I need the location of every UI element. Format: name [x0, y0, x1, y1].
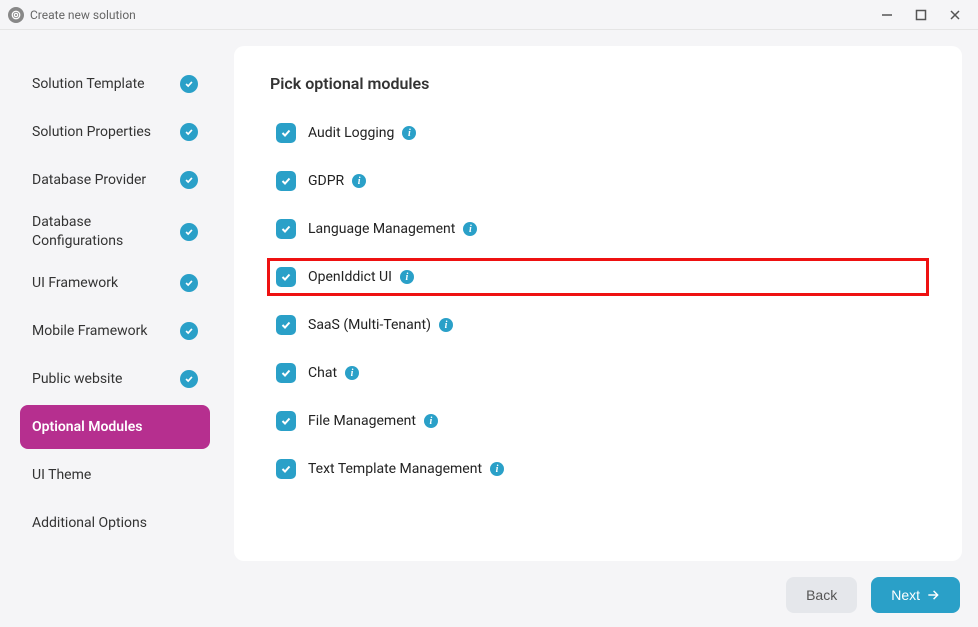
module-label: OpenIddict UI: [308, 269, 392, 285]
sidebar-item-label: Solution Template: [32, 75, 180, 93]
sidebar-item-ui-framework[interactable]: UI Framework: [20, 261, 210, 305]
module-row-chat: Chat i: [270, 359, 926, 387]
module-checkbox[interactable]: [276, 363, 296, 383]
next-button[interactable]: Next: [871, 577, 960, 613]
sidebar-item-label: UI Framework: [32, 274, 180, 292]
module-row-language-management: Language Management i: [270, 215, 926, 243]
maximize-button[interactable]: [914, 8, 928, 22]
module-label-wrap: OpenIddict UI i: [308, 269, 514, 285]
close-button[interactable]: [948, 8, 962, 22]
sidebar-item-label: Optional Modules: [32, 418, 198, 436]
app-icon: [8, 7, 24, 23]
module-row-saas: SaaS (Multi-Tenant) i: [270, 311, 926, 339]
check-icon: [180, 223, 198, 241]
module-label-wrap: Text Template Management i: [308, 461, 504, 477]
titlebar: Create new solution: [0, 0, 978, 30]
module-list: Audit Logging i GDPR i Language Manageme…: [270, 119, 926, 483]
module-label: GDPR: [308, 173, 344, 189]
module-label: Text Template Management: [308, 461, 482, 477]
info-icon[interactable]: i: [352, 174, 366, 188]
check-icon: [180, 274, 198, 292]
module-label-wrap: File Management i: [308, 413, 438, 429]
info-icon[interactable]: i: [439, 318, 453, 332]
info-icon[interactable]: i: [402, 126, 416, 140]
module-label-wrap: GDPR i: [308, 173, 366, 189]
window-controls: [880, 8, 970, 22]
sidebar-item-public-website[interactable]: Public website: [20, 357, 210, 401]
module-label: File Management: [308, 413, 416, 429]
sidebar-item-label: Database Provider: [32, 171, 180, 189]
module-checkbox[interactable]: [276, 411, 296, 431]
module-checkbox[interactable]: [276, 315, 296, 335]
page-heading: Pick optional modules: [270, 74, 926, 93]
module-row-audit-logging: Audit Logging i: [270, 119, 926, 147]
module-row-file-management: File Management i: [270, 407, 926, 435]
module-checkbox[interactable]: [276, 219, 296, 239]
next-button-label: Next: [891, 587, 920, 603]
back-button-label: Back: [806, 587, 837, 603]
info-icon[interactable]: i: [424, 414, 438, 428]
sidebar-item-database-provider[interactable]: Database Provider: [20, 158, 210, 202]
module-label-wrap: Chat i: [308, 365, 359, 381]
module-label: SaaS (Multi-Tenant): [308, 317, 431, 333]
sidebar-item-ui-theme[interactable]: UI Theme: [20, 453, 210, 497]
module-label-wrap: Audit Logging i: [308, 125, 416, 141]
module-label: Audit Logging: [308, 125, 394, 141]
module-label-wrap: SaaS (Multi-Tenant) i: [308, 317, 453, 333]
sidebar-item-optional-modules[interactable]: Optional Modules: [20, 405, 210, 449]
module-checkbox[interactable]: [276, 171, 296, 191]
module-row-gdpr: GDPR i: [270, 167, 926, 195]
module-checkbox[interactable]: [276, 123, 296, 143]
info-icon[interactable]: i: [490, 462, 504, 476]
check-icon: [180, 370, 198, 388]
minimize-button[interactable]: [880, 8, 894, 22]
check-icon: [180, 322, 198, 340]
window-title: Create new solution: [30, 8, 880, 22]
arrow-right-icon: [926, 588, 940, 602]
sidebar-item-label: Mobile Framework: [32, 322, 180, 340]
check-icon: [180, 75, 198, 93]
module-label-wrap: Language Management i: [308, 221, 477, 237]
info-icon[interactable]: i: [400, 270, 414, 284]
module-checkbox[interactable]: [276, 267, 296, 287]
info-icon[interactable]: i: [345, 366, 359, 380]
check-icon: [180, 123, 198, 141]
sidebar-item-solution-properties[interactable]: Solution Properties: [20, 110, 210, 154]
sidebar-item-label: UI Theme: [32, 466, 198, 484]
content-panel: Pick optional modules Audit Logging i GD…: [234, 46, 962, 561]
info-icon[interactable]: i: [463, 222, 477, 236]
module-label: Chat: [308, 365, 337, 381]
module-checkbox[interactable]: [276, 459, 296, 479]
sidebar-item-label: Public website: [32, 370, 180, 388]
back-button[interactable]: Back: [786, 577, 857, 613]
sidebar-item-additional-options[interactable]: Additional Options: [20, 501, 210, 545]
sidebar-item-mobile-framework[interactable]: Mobile Framework: [20, 309, 210, 353]
footer: Back Next: [0, 561, 978, 627]
main-area: Solution Template Solution Properties Da…: [0, 30, 978, 561]
sidebar-item-database-configurations[interactable]: Database Configurations: [20, 206, 210, 257]
sidebar-item-label: Database Configurations: [32, 213, 180, 249]
sidebar-item-label: Additional Options: [32, 514, 198, 532]
module-row-openiddict-ui: OpenIddict UI i: [267, 258, 929, 296]
module-row-text-template: Text Template Management i: [270, 455, 926, 483]
sidebar-item-label: Solution Properties: [32, 123, 180, 141]
module-label: Language Management: [308, 221, 455, 237]
check-icon: [180, 171, 198, 189]
sidebar-item-solution-template[interactable]: Solution Template: [20, 62, 210, 106]
sidebar: Solution Template Solution Properties Da…: [0, 46, 220, 561]
